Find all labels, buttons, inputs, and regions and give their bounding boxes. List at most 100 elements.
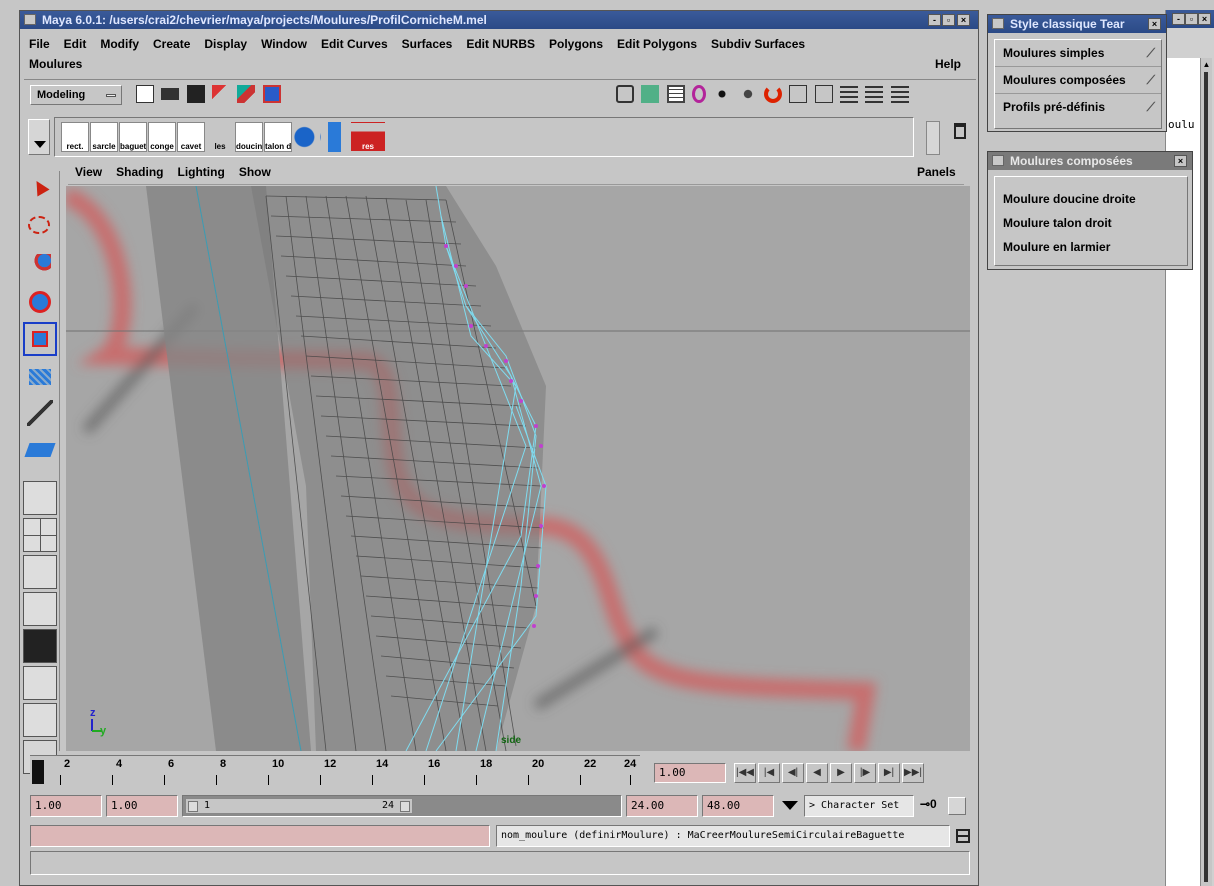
- window-menu-icon[interactable]: [24, 14, 36, 25]
- new-scene-icon[interactable]: [136, 85, 154, 103]
- character-set-field[interactable]: > Character Set: [804, 795, 914, 817]
- menu-item-talon-droit[interactable]: Moulure talon droit: [995, 211, 1187, 235]
- scale-tool-icon[interactable]: [23, 322, 57, 356]
- close-button[interactable]: ×: [957, 14, 970, 26]
- step-forward-frame-icon[interactable]: |▶: [854, 763, 876, 783]
- bg-maximize-button[interactable]: ▫: [1185, 13, 1198, 25]
- tearoff2-close-button[interactable]: ×: [1174, 155, 1187, 167]
- move-tool-icon[interactable]: [23, 248, 57, 282]
- bg-close-button[interactable]: ×: [1198, 13, 1211, 25]
- layout-persp-graph-icon[interactable]: [23, 666, 57, 700]
- lock-icon[interactable]: [616, 85, 634, 103]
- range-slider[interactable]: 1 24: [182, 795, 622, 817]
- go-to-start-icon[interactable]: |◀◀: [734, 763, 756, 783]
- end-time-field[interactable]: 48.00: [702, 795, 774, 817]
- shelf-item-talon[interactable]: talon d: [264, 122, 292, 152]
- menu-item-larmier[interactable]: Moulure en larmier: [995, 235, 1187, 259]
- show-manipulator-icon[interactable]: [23, 359, 57, 393]
- panel-menu-shading[interactable]: Shading: [109, 163, 170, 184]
- input-ops-icon[interactable]: [789, 85, 808, 103]
- menu-moulures[interactable]: Moulures: [22, 55, 89, 73]
- trash-icon[interactable]: [954, 123, 966, 139]
- ipr-render-icon[interactable]: [865, 85, 884, 103]
- playback-end-field[interactable]: 24.00: [626, 795, 698, 817]
- save-scene-icon[interactable]: [186, 85, 205, 103]
- go-to-end-icon[interactable]: ▶▶|: [902, 763, 924, 783]
- select-hierarchy-icon[interactable]: [212, 85, 231, 103]
- highlight-icon[interactable]: [641, 85, 660, 103]
- main-titlebar[interactable]: Maya 6.0.1: /users/crai2/chevrier/maya/p…: [20, 11, 978, 29]
- shelf-item-sarcle[interactable]: sarcle: [90, 122, 118, 152]
- shelf-item-conge[interactable]: conge: [148, 122, 176, 152]
- menu-help[interactable]: Help: [928, 55, 968, 73]
- shelf-tab-toggle[interactable]: [28, 119, 50, 155]
- playback-start-field[interactable]: 1.00: [106, 795, 178, 817]
- shelf-item-res[interactable]: res: [351, 122, 385, 152]
- select-object-icon[interactable]: [237, 85, 256, 103]
- layout-hypershade-icon[interactable]: [23, 629, 57, 663]
- animation-prefs-icon[interactable]: [948, 797, 966, 815]
- menu-item-profils-predefinis[interactable]: Profils pré-définis ⟋: [995, 94, 1161, 120]
- step-forward-key-icon[interactable]: ▶|: [878, 763, 900, 783]
- command-input[interactable]: [30, 825, 490, 847]
- render-globals-icon[interactable]: [890, 85, 909, 103]
- play-forward-icon[interactable]: ▶: [830, 763, 852, 783]
- rotate-tool-icon[interactable]: [23, 285, 57, 319]
- shelf-menu-icon[interactable]: [34, 141, 46, 148]
- play-backward-icon[interactable]: ◀: [806, 763, 828, 783]
- render-icon[interactable]: [840, 85, 859, 103]
- shelf-scroll-arrows[interactable]: [926, 121, 940, 155]
- minimize-button[interactable]: -: [928, 14, 941, 26]
- current-time-marker[interactable]: [32, 760, 44, 784]
- menu-create[interactable]: Create: [146, 35, 197, 53]
- menu-subdiv-surfaces[interactable]: Subdiv Surfaces: [704, 35, 812, 53]
- snap-curve-icon[interactable]: [692, 85, 707, 103]
- step-back-key-icon[interactable]: |◀: [758, 763, 780, 783]
- select-component-icon[interactable]: [262, 85, 281, 103]
- snap-point-icon[interactable]: [713, 85, 732, 103]
- maximize-button[interactable]: ▫: [942, 14, 955, 26]
- menu-surfaces[interactable]: Surfaces: [395, 35, 460, 53]
- snap-view-icon[interactable]: [738, 85, 757, 103]
- menu-modify[interactable]: Modify: [93, 35, 146, 53]
- menu-window[interactable]: Window: [254, 35, 314, 53]
- menu-item-moulures-composees[interactable]: Moulures composées ⟋: [995, 67, 1161, 94]
- tearoff1-menu-icon[interactable]: [992, 18, 1004, 29]
- shelf-item-baguet[interactable]: baguet: [119, 122, 147, 152]
- panel-menu-panels[interactable]: Panels: [910, 163, 963, 181]
- bg-minimize-button[interactable]: -: [1172, 13, 1185, 25]
- current-frame-field[interactable]: 1.00: [654, 763, 726, 783]
- bg-scrollbar[interactable]: ▲: [1200, 58, 1212, 886]
- range-min-handle[interactable]: [188, 801, 198, 812]
- menu-item-moulures-simples[interactable]: Moulures simples ⟋: [995, 40, 1161, 67]
- menu-item-doucine-droite[interactable]: Moulure doucine droite: [995, 187, 1187, 211]
- menu-edit-polygons[interactable]: Edit Polygons: [610, 35, 704, 53]
- layout-outliner-icon[interactable]: [23, 555, 57, 589]
- panel-menu-show[interactable]: Show: [232, 163, 278, 184]
- tearoff2-menu-icon[interactable]: [992, 155, 1004, 166]
- magnet-icon[interactable]: [764, 85, 783, 103]
- menu-edit-nurbs[interactable]: Edit NURBS: [459, 35, 542, 53]
- tearoff1-close-button[interactable]: ×: [1148, 18, 1161, 30]
- panel-menu-view[interactable]: View: [68, 163, 109, 184]
- script-editor-icon[interactable]: [956, 829, 970, 843]
- menu-polygons[interactable]: Polygons: [542, 35, 610, 53]
- last-tool-icon[interactable]: [23, 433, 57, 467]
- panel-menu-lighting[interactable]: Lighting: [170, 163, 231, 184]
- select-tool-icon[interactable]: [23, 174, 57, 208]
- menu-edit[interactable]: Edit: [57, 35, 94, 53]
- tearoff2-titlebar[interactable]: Moulures composées: [988, 152, 1192, 170]
- soft-mod-icon[interactable]: [23, 396, 57, 430]
- start-time-field[interactable]: 1.00: [30, 795, 102, 817]
- layout-graph-icon[interactable]: [23, 592, 57, 626]
- tearoff1-titlebar[interactable]: Style classique Tear: [988, 15, 1166, 33]
- output-ops-icon[interactable]: [814, 85, 833, 103]
- snap-grid-icon[interactable]: [666, 85, 685, 103]
- bg-scroll-track[interactable]: [1204, 72, 1208, 882]
- shelf-item-blue-profile-icon[interactable]: [322, 122, 350, 152]
- step-back-frame-icon[interactable]: ◀|: [782, 763, 804, 783]
- mode-selector[interactable]: Modeling: [30, 85, 122, 105]
- range-slider-bar[interactable]: 1 24: [185, 798, 413, 814]
- open-scene-icon[interactable]: [161, 88, 180, 100]
- menu-display[interactable]: Display: [197, 35, 254, 53]
